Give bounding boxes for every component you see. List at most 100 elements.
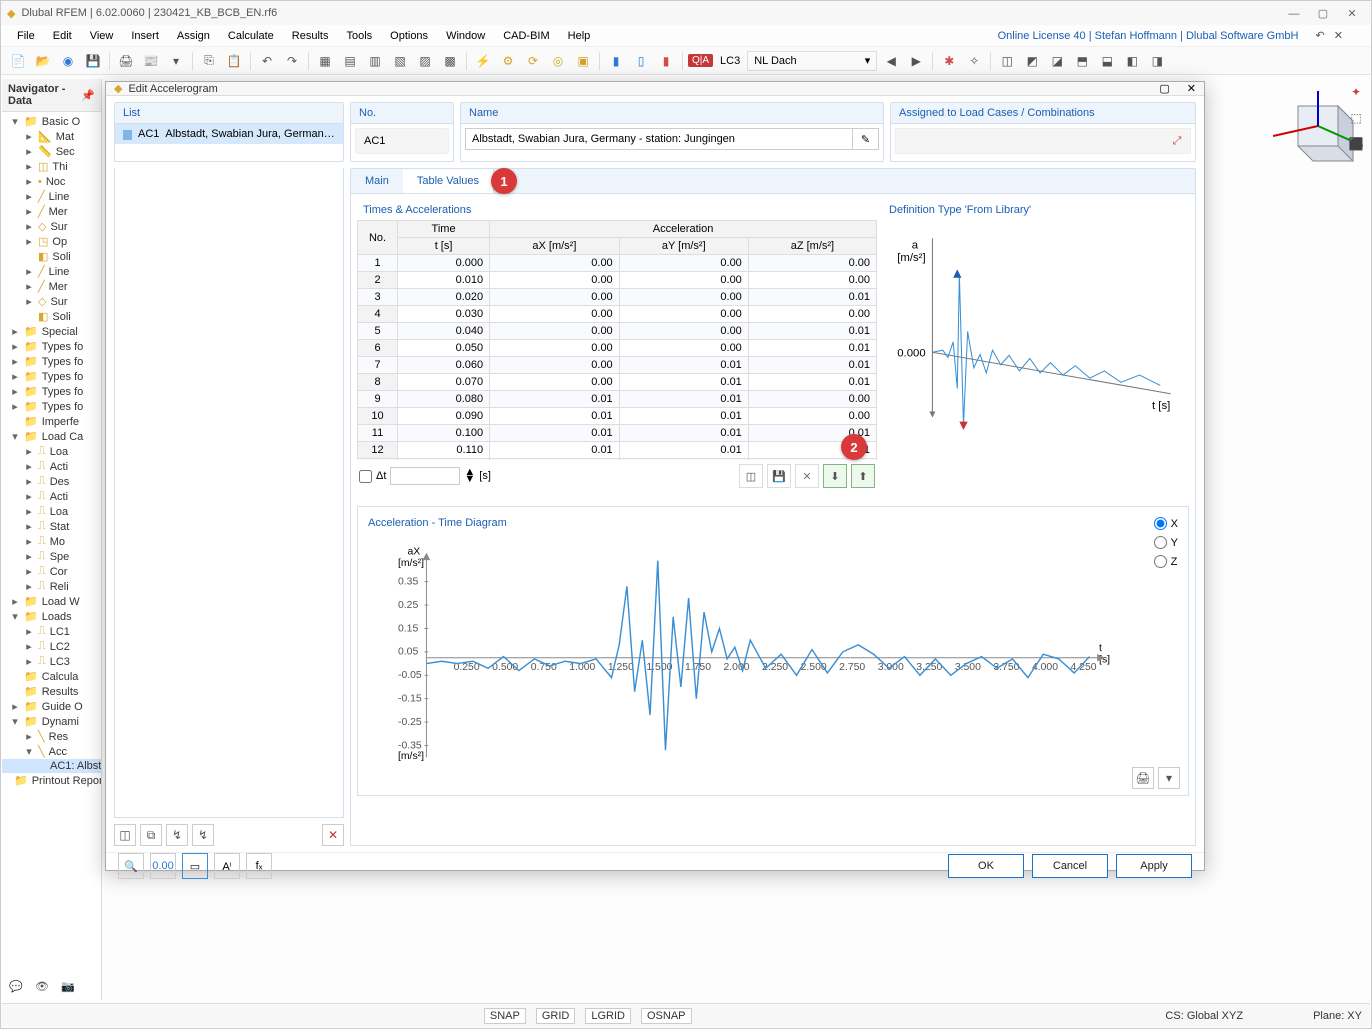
tbl-new-icon[interactable]: ◫ <box>739 464 763 488</box>
tree-item[interactable]: ▸⎍Acti <box>2 459 101 474</box>
calc4-icon[interactable]: ◎ <box>547 50 569 72</box>
tree-toggle-icon[interactable]: ▸ <box>10 370 20 383</box>
tree-item[interactable]: ▸╲Res <box>2 729 101 744</box>
tbl-export-icon[interactable]: ⬆ <box>851 464 875 488</box>
eye-icon[interactable]: 👁 <box>33 977 51 995</box>
tree-toggle-icon[interactable]: ▸ <box>24 655 34 668</box>
tbl-delete-icon[interactable]: ✕ <box>795 464 819 488</box>
tree-item[interactable]: ▸📏Sec <box>2 144 101 159</box>
tree-toggle-icon[interactable]: ▸ <box>24 130 34 143</box>
tab-table-values[interactable]: Table Values <box>403 169 494 193</box>
table-row[interactable]: 70.0600.000.010.01 <box>358 357 877 374</box>
list-body[interactable] <box>114 168 344 818</box>
tree-item[interactable]: ▸📐Mat <box>2 129 101 144</box>
circle-icon[interactable]: ◉ <box>57 50 79 72</box>
tree-item[interactable]: 📁Calcula <box>2 669 101 684</box>
pin-icon[interactable]: 📌 <box>81 89 95 102</box>
accelerations-table[interactable]: No. Time Acceleration t [s] aX [m/s²] <box>357 220 877 460</box>
tree-item[interactable]: ▸⎍Des <box>2 474 101 489</box>
tree-item[interactable]: ▸📁Guide O <box>2 699 101 714</box>
tree-item[interactable]: ▸⎍Loa <box>2 444 101 459</box>
tree-toggle-icon[interactable]: ▸ <box>24 565 34 578</box>
ok-button[interactable]: OK <box>948 854 1024 878</box>
tree-toggle-icon[interactable]: ▸ <box>24 535 34 548</box>
close-mini-icon[interactable]: ✕ <box>1334 30 1343 42</box>
menu-edit[interactable]: Edit <box>45 27 80 45</box>
tree-item[interactable]: ▸📁Types fo <box>2 369 101 384</box>
tree-toggle-icon[interactable]: ▸ <box>24 580 34 593</box>
tree-toggle-icon[interactable]: ▸ <box>10 325 20 338</box>
copy-icon[interactable]: ⎘ <box>198 50 220 72</box>
tree-item[interactable]: ▸📁Types fo <box>2 384 101 399</box>
down-icon[interactable]: ▾ <box>165 50 187 72</box>
tree-toggle-icon[interactable]: ▸ <box>10 385 20 398</box>
qa-badge[interactable]: Q|A <box>688 54 713 67</box>
tbl-save-icon[interactable]: 💾 <box>767 464 791 488</box>
tree-item[interactable]: ▾📁Load Ca <box>2 429 101 444</box>
panel6-icon[interactable]: ▩ <box>439 50 461 72</box>
wand-icon[interactable]: ✧ <box>963 50 985 72</box>
close-icon[interactable]: ✕ <box>1339 7 1365 20</box>
tree-toggle-icon[interactable]: ▸ <box>10 595 20 608</box>
apply-button[interactable]: Apply <box>1116 854 1192 878</box>
new-item-icon[interactable]: ◫ <box>114 824 136 846</box>
table-row[interactable]: 10.0000.000.000.00 <box>358 255 877 272</box>
v3-icon[interactable]: ◪ <box>1046 50 1068 72</box>
rtool-2-icon[interactable]: ⬚ <box>1345 107 1367 129</box>
tree-item[interactable]: ▸╱Mer <box>2 279 101 294</box>
name-input[interactable] <box>465 128 853 150</box>
select-assigned-icon[interactable]: ⤢ <box>1166 130 1188 152</box>
tree-toggle-icon[interactable]: ▸ <box>24 220 34 233</box>
tree-item[interactable]: 📁Imperfe <box>2 414 101 429</box>
tree-item[interactable]: ▸◇Sur <box>2 294 101 309</box>
panel4-icon[interactable]: ▧ <box>389 50 411 72</box>
undo-icon[interactable]: ↶ <box>256 50 278 72</box>
tree-item[interactable]: ▸⎍LC1 <box>2 624 101 639</box>
tree-item[interactable]: ▸╱Line <box>2 189 101 204</box>
tree-item[interactable]: ◧Soli <box>2 309 101 324</box>
tree-toggle-icon[interactable]: ▸ <box>24 505 34 518</box>
tree-toggle-icon[interactable]: ▾ <box>10 430 20 443</box>
menu-results[interactable]: Results <box>284 27 337 45</box>
tree-toggle-icon[interactable]: ▸ <box>24 640 34 653</box>
tree-toggle-icon[interactable]: ▸ <box>24 295 34 308</box>
table-row[interactable]: 100.0900.010.010.00 <box>358 408 877 425</box>
tree-toggle-icon[interactable]: ▸ <box>24 145 34 158</box>
tree-item[interactable]: ▸╱Mer <box>2 204 101 219</box>
load-combo-dropdown[interactable]: NL Dach ▾ <box>747 51 877 71</box>
snap-grid[interactable]: GRID <box>536 1008 576 1024</box>
table-row[interactable]: 80.0700.000.010.01 <box>358 374 877 391</box>
tree-toggle-icon[interactable]: ▸ <box>24 550 34 563</box>
v2-icon[interactable]: ◩ <box>1021 50 1043 72</box>
panel2-icon[interactable]: ▤ <box>339 50 361 72</box>
menu-calculate[interactable]: Calculate <box>220 27 282 45</box>
v4-icon[interactable]: ⬒ <box>1071 50 1093 72</box>
calc2-icon[interactable]: ⚙ <box>497 50 519 72</box>
tree-item[interactable]: ▸⎍Stat <box>2 519 101 534</box>
foot-help-icon[interactable]: 🔍 <box>118 853 144 879</box>
tree-toggle-icon[interactable]: ▸ <box>24 280 34 293</box>
table-row[interactable]: 50.0400.000.000.01 <box>358 323 877 340</box>
panel5-icon[interactable]: ▨ <box>414 50 436 72</box>
tree-item[interactable]: ▾📁Basic O <box>2 114 101 129</box>
foot-rect-icon[interactable]: ▭ <box>182 853 208 879</box>
menu-assign[interactable]: Assign <box>169 27 218 45</box>
tree-item[interactable]: ▸⎍Reli <box>2 579 101 594</box>
tree-item[interactable]: ◧Soli <box>2 249 101 264</box>
table-row[interactable]: 30.0200.000.000.01 <box>358 289 877 306</box>
calc3-icon[interactable]: ⟳ <box>522 50 544 72</box>
dup-item-icon[interactable]: ⧉ <box>140 824 162 846</box>
foot-fx-icon[interactable]: fₓ <box>246 853 272 879</box>
tree-item[interactable]: 📁Results <box>2 684 101 699</box>
tree-toggle-icon[interactable]: ▸ <box>24 160 34 173</box>
radio-z[interactable]: Z <box>1154 555 1178 568</box>
tree-toggle-icon[interactable]: ▸ <box>24 265 34 278</box>
menu-cad-bim[interactable]: CAD-BIM <box>495 27 557 45</box>
tree-toggle-icon[interactable]: ▸ <box>10 340 20 353</box>
tree-item[interactable]: 📁Printout Reports <box>2 773 101 788</box>
tree-item[interactable]: ▸⎍Cor <box>2 564 101 579</box>
tree-toggle-icon[interactable]: ▸ <box>24 190 34 203</box>
table-row[interactable]: 120.1100.010.010.01 <box>358 442 877 459</box>
menu-view[interactable]: View <box>82 27 122 45</box>
bar3-icon[interactable]: ▮ <box>655 50 677 72</box>
